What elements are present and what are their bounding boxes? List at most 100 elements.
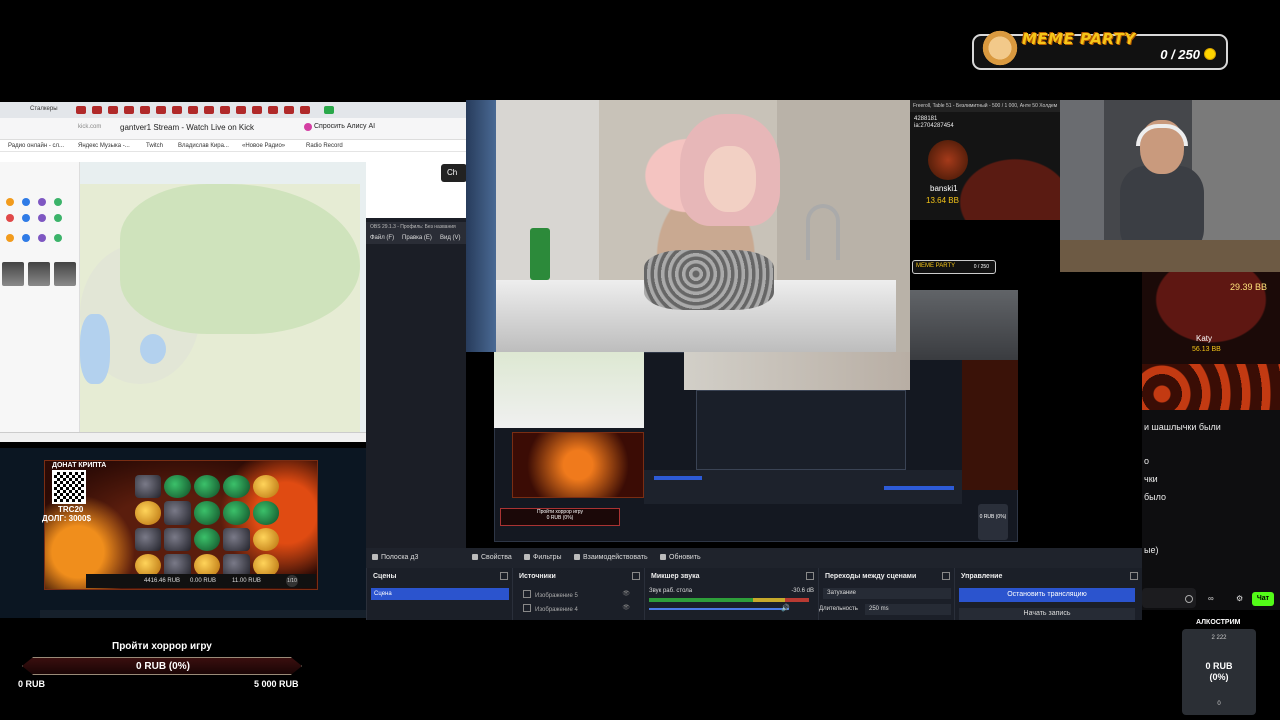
tab-favicon[interactable] xyxy=(204,106,214,114)
stop-stream-button[interactable]: Остановить трансляцию xyxy=(959,588,1135,602)
chat-message: о xyxy=(1144,456,1150,466)
infinity-icon[interactable]: ∞ xyxy=(1208,594,1214,603)
category-icon[interactable] xyxy=(38,198,46,206)
browser-tab-title[interactable]: Сталкеры xyxy=(30,106,58,112)
preview-nested-capture xyxy=(696,390,906,470)
emoji-icon[interactable] xyxy=(1185,595,1193,603)
slot-win: 0.00 RUB xyxy=(190,578,217,584)
goal-title: Пройти хоррор игру xyxy=(112,641,212,652)
tab-favicon[interactable] xyxy=(236,106,246,114)
obs-source-toolbar: Полоска д3 Свойства Фильтры Взаимодейств… xyxy=(366,548,1142,568)
dock-menu-icon[interactable] xyxy=(632,572,640,580)
bookmark-item[interactable]: Яндекс Музыка -... xyxy=(78,143,130,149)
obs-menu-bar: OBS 29.1.3 - Профиль: Без названия Файл … xyxy=(366,222,466,244)
bookmark-item[interactable]: Владислав Кира... xyxy=(178,143,229,149)
tab-favicon[interactable] xyxy=(324,106,334,114)
sources-title: Источники xyxy=(519,573,556,580)
visibility-icon[interactable]: 👁 xyxy=(622,604,630,611)
transition-select[interactable]: Затухание xyxy=(823,588,951,599)
car-thumbnail[interactable] xyxy=(2,262,24,286)
category-icon[interactable] xyxy=(6,214,14,222)
category-icon[interactable] xyxy=(54,198,62,206)
tab-favicon[interactable] xyxy=(156,106,166,114)
duration-label: Длительность xyxy=(819,606,858,612)
tab-favicon[interactable] xyxy=(172,106,182,114)
sources-dock: Источники Изображение 5 👁 Изображение 4 … xyxy=(512,568,644,620)
scene-item-selected[interactable]: Сцена xyxy=(371,588,509,600)
start-recording-button[interactable]: Начать запись xyxy=(959,608,1135,620)
interact-button[interactable]: Взаимодействовать xyxy=(574,554,648,561)
bookmark-item[interactable]: Twitch xyxy=(146,143,163,149)
spin-button[interactable]: 1/10 xyxy=(286,575,298,587)
tab-favicon[interactable] xyxy=(284,106,294,114)
chat-send-button[interactable]: Чат xyxy=(1252,592,1274,606)
visibility-icon[interactable]: 👁 xyxy=(622,590,630,597)
scenes-title: Сцены xyxy=(373,573,397,580)
bookmark-item[interactable]: Радио онлайн - сл... xyxy=(8,143,64,149)
poker-capture: 4288181 ia:2704287454 banski1 13.64 BB xyxy=(910,100,1060,220)
map-view[interactable] xyxy=(80,184,360,434)
streamer-top xyxy=(644,250,774,310)
tab-favicon[interactable] xyxy=(124,106,134,114)
slot-symbol xyxy=(252,501,279,525)
category-icon[interactable] xyxy=(38,234,46,242)
tab-favicon[interactable] xyxy=(76,106,86,114)
category-icon[interactable] xyxy=(22,198,30,206)
tab-favicon[interactable] xyxy=(220,106,230,114)
menu-view[interactable]: Вид (V) xyxy=(440,235,461,241)
poker-table-header: Freeroll, Table 51 - Безлимитный - 500 /… xyxy=(910,100,1060,112)
category-icon[interactable] xyxy=(22,214,30,222)
category-icon[interactable] xyxy=(38,214,46,222)
volume-meter xyxy=(649,598,809,602)
tab-favicon[interactable] xyxy=(268,106,278,114)
slot-symbol xyxy=(223,527,250,551)
category-icon[interactable] xyxy=(6,198,14,206)
speaker-icon[interactable]: 🔊 xyxy=(781,604,790,612)
slot-symbol xyxy=(164,501,191,525)
dock-menu-icon[interactable] xyxy=(1130,572,1138,580)
volume-slider[interactable] xyxy=(649,608,789,610)
tab-favicon[interactable] xyxy=(188,106,198,114)
menu-file[interactable]: Файл (F) xyxy=(370,235,394,241)
source-item[interactable]: Изображение 4 xyxy=(523,604,578,613)
poker-line: ia:2704287454 xyxy=(914,123,954,129)
tab-favicon[interactable] xyxy=(300,106,310,114)
dock-menu-icon[interactable] xyxy=(500,572,508,580)
menu-edit[interactable]: Правка (E) xyxy=(402,235,432,241)
slot-symbol xyxy=(164,475,191,499)
roulette-stack: 29.39 BB xyxy=(1230,282,1268,292)
category-icon[interactable] xyxy=(22,234,30,242)
chat-message: ые) xyxy=(1144,545,1159,555)
category-icon[interactable] xyxy=(54,234,62,242)
category-icon[interactable] xyxy=(6,234,14,242)
url-text[interactable]: kick.com xyxy=(78,124,101,130)
dock-menu-icon[interactable] xyxy=(942,572,950,580)
browser-tab-strip[interactable]: Сталкеры xyxy=(0,102,466,118)
tab-favicon[interactable] xyxy=(252,106,262,114)
duration-input[interactable]: 250 ms xyxy=(865,604,951,615)
dock-menu-icon[interactable] xyxy=(806,572,814,580)
ask-alisa-button[interactable]: Спросить Алису AI xyxy=(303,123,375,131)
category-icon[interactable] xyxy=(54,214,62,222)
refresh-button[interactable]: Обновить xyxy=(660,554,701,561)
crypto-network: TRC20 xyxy=(58,505,84,514)
address-bar[interactable]: kick.com gantver1 Stream - Watch Live on… xyxy=(0,118,466,140)
filters-button[interactable]: Фильтры xyxy=(524,554,562,561)
meme-party-count: 0 / 250 xyxy=(1160,47,1200,62)
properties-button[interactable]: Свойства xyxy=(472,554,512,561)
alcostream-percent: (0%) xyxy=(1209,672,1229,682)
gear-icon[interactable]: ⚙ xyxy=(1236,594,1243,603)
source-item[interactable]: Изображение 5 xyxy=(523,590,578,599)
slot-symbol xyxy=(223,475,250,499)
preview-alco-widget: 0 RUB (0%) xyxy=(978,504,1008,540)
bookmark-item[interactable]: Radio Record xyxy=(306,143,343,149)
tab-favicon[interactable] xyxy=(108,106,118,114)
tab-favicon[interactable] xyxy=(92,106,102,114)
car-thumbnail[interactable] xyxy=(28,262,50,286)
chat-button[interactable]: Ch xyxy=(441,164,467,182)
car-thumbnail[interactable] xyxy=(54,262,76,286)
bookmark-item[interactable]: «Новое Радио» xyxy=(242,143,285,149)
tab-favicon[interactable] xyxy=(140,106,150,114)
doge-icon xyxy=(982,30,1018,70)
goal-progress-bar: 0 RUB (0%) xyxy=(22,657,302,675)
